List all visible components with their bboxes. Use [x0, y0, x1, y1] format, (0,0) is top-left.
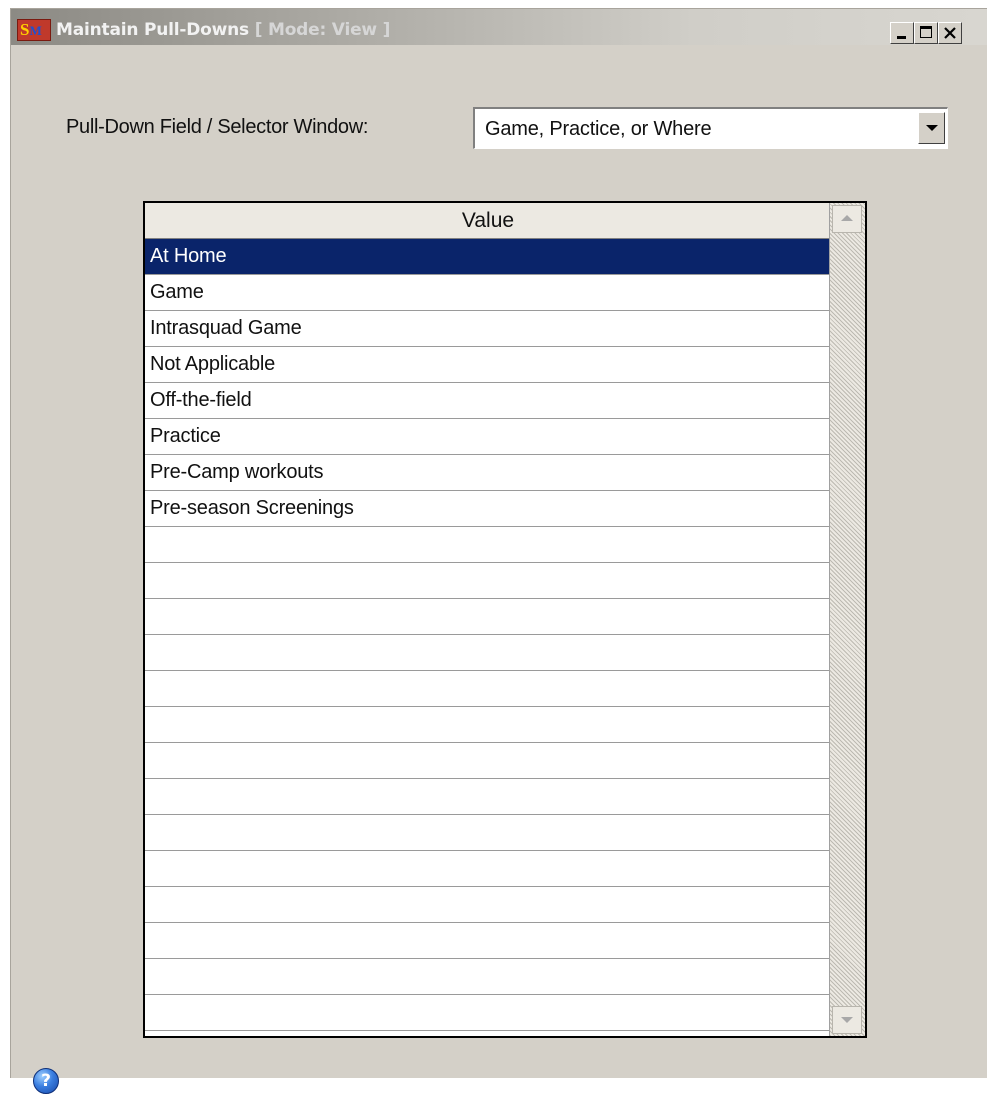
window-title: Maintain Pull-Downs [ Mode: View ] [56, 20, 390, 40]
table-row[interactable] [145, 527, 831, 563]
column-header-value[interactable]: Value [145, 203, 831, 239]
table-row[interactable] [145, 563, 831, 599]
close-button[interactable] [938, 22, 962, 44]
table-row[interactable]: Game [145, 275, 831, 311]
table-row[interactable]: Intrasquad Game [145, 311, 831, 347]
table-row[interactable] [145, 671, 831, 707]
table-row[interactable]: Practice [145, 419, 831, 455]
pull-downs-window: SM Maintain Pull-Downs [ Mode: View ] Pu… [10, 8, 987, 1094]
maximize-button[interactable] [914, 22, 938, 44]
dropdown-button[interactable] [918, 112, 945, 144]
table-row[interactable] [145, 923, 831, 959]
close-icon [944, 27, 956, 39]
table-row[interactable] [145, 995, 831, 1031]
pull-down-field-select[interactable]: Game, Practice, or Where [473, 107, 948, 149]
values-grid[interactable]: Value At Home Game Intrasquad Game Not Appl… [143, 201, 867, 1038]
table-row[interactable] [145, 635, 831, 671]
selected-value: Game, Practice, or Where [485, 118, 712, 140]
table-row[interactable]: Pre-season Screenings [145, 491, 831, 527]
table-row[interactable] [145, 599, 831, 635]
table-row[interactable]: At Home [145, 239, 831, 275]
table-row[interactable] [145, 743, 831, 779]
vertical-scrollbar[interactable] [829, 203, 865, 1036]
minimize-button[interactable] [890, 22, 914, 44]
table-row[interactable]: Not Applicable [145, 347, 831, 383]
mode-indicator: [ Mode: View ] [254, 20, 391, 40]
app-logo-icon: SM [17, 19, 51, 41]
table-row[interactable] [145, 851, 831, 887]
title-bar[interactable]: SM Maintain Pull-Downs [ Mode: View ] [11, 9, 987, 45]
table-row[interactable] [145, 707, 831, 743]
table-row[interactable] [145, 887, 831, 923]
table-row[interactable] [145, 779, 831, 815]
selector-label: Pull-Down Field / Selector Window: [66, 116, 369, 138]
scroll-down-button[interactable] [832, 1006, 862, 1034]
window-title-text: Maintain Pull-Downs [56, 20, 249, 40]
help-icon[interactable]: ? [33, 1068, 59, 1094]
scroll-up-button[interactable] [832, 205, 862, 233]
table-row[interactable]: Pre-Camp workouts [145, 455, 831, 491]
table-row[interactable] [145, 959, 831, 995]
table-row[interactable] [145, 815, 831, 851]
grid-rows: At Home Game Intrasquad Game Not Applicable… [145, 239, 831, 1031]
table-row[interactable]: Off-the-field [145, 383, 831, 419]
